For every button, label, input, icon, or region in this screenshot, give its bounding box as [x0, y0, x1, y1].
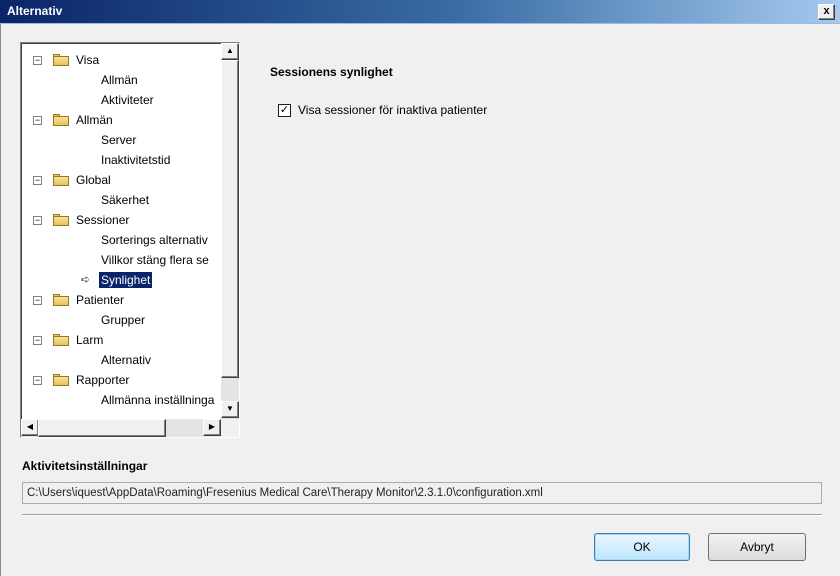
scrollbar-corner — [221, 419, 239, 437]
collapse-toggle[interactable]: − — [33, 296, 42, 305]
tree-group[interactable]: Rapporter — [76, 372, 129, 388]
tree-item[interactable]: Aktiviteter — [101, 92, 154, 108]
tree-group[interactable]: Sessioner — [76, 212, 129, 228]
tree-item[interactable]: Sorterings alternativ — [101, 232, 208, 248]
collapse-toggle[interactable]: − — [33, 216, 42, 225]
scroll-up-button[interactable]: ▲ — [221, 43, 239, 60]
tree-item[interactable]: Rekvalitetsmetod — [101, 412, 193, 415]
folder-icon — [53, 54, 69, 66]
vertical-scrollbar[interactable]: ▲ ▼ — [221, 43, 239, 419]
tree-item[interactable]: Inaktivitetstid — [101, 152, 170, 168]
tree-item[interactable]: Synlighet — [99, 272, 153, 288]
collapse-toggle[interactable]: − — [33, 336, 42, 345]
ok-button[interactable]: OK — [594, 533, 690, 561]
tree-item[interactable]: Server — [101, 132, 136, 148]
folder-icon — [53, 334, 69, 346]
folder-icon — [53, 214, 69, 226]
cancel-button[interactable]: Avbryt — [708, 533, 806, 561]
show-inactive-sessions-label[interactable]: Visa sessioner för inaktiva patienter — [298, 103, 487, 117]
horizontal-scrollbar[interactable]: ◀ ▶ — [21, 419, 221, 437]
window-frame — [0, 24, 10, 576]
tree-item[interactable]: Alternativ — [101, 352, 151, 368]
separator — [22, 514, 822, 516]
tree-item[interactable]: Allmän — [101, 72, 138, 88]
folder-icon — [53, 294, 69, 306]
tree-item[interactable]: Grupper — [101, 312, 145, 328]
settings-path-field[interactable]: C:\Users\iquest\AppData\Roaming\Freseniu… — [22, 482, 822, 504]
scroll-left-button[interactable]: ◀ — [21, 419, 39, 436]
collapse-toggle[interactable]: − — [33, 56, 42, 65]
collapse-toggle[interactable]: − — [33, 176, 42, 185]
folder-icon — [53, 174, 69, 186]
title-bar: Alternativ x — [0, 0, 840, 24]
tree-item[interactable]: Säkerhet — [101, 192, 149, 208]
vertical-scroll-thumb[interactable] — [221, 60, 239, 378]
tree-group[interactable]: Larm — [76, 332, 103, 348]
tree-group[interactable]: Allmän — [76, 112, 113, 128]
close-button[interactable]: x — [818, 4, 835, 20]
tree-item[interactable]: Allmänna inställninga — [101, 392, 214, 408]
settings-path-label: Aktivitetsinställningar — [22, 459, 148, 473]
window-title: Alternativ — [7, 4, 63, 18]
tree-item[interactable]: Villkor stäng flera se — [101, 252, 209, 268]
tree-group[interactable]: Visa — [76, 52, 99, 68]
folder-icon — [53, 374, 69, 386]
folder-icon — [53, 114, 69, 126]
arrow-right-icon: ➪ — [81, 274, 91, 286]
scroll-down-button[interactable]: ▼ — [221, 401, 239, 418]
horizontal-scroll-thumb[interactable] — [38, 419, 166, 437]
collapse-toggle[interactable]: − — [33, 376, 42, 385]
section-title: Sessionens synlighet — [270, 65, 393, 79]
tree-group[interactable]: Global — [76, 172, 111, 188]
collapse-toggle[interactable]: − — [33, 116, 42, 125]
tree-items: − Visa Allmän Aktiviteter − Allmän Server Inakt… — [21, 43, 221, 415]
tree-group[interactable]: Patienter — [76, 292, 124, 308]
show-inactive-sessions-checkbox[interactable]: ✓ — [278, 104, 291, 117]
scroll-right-button[interactable]: ▶ — [203, 419, 221, 436]
options-tree[interactable]: − Visa Allmän Aktiviteter − Allmän Server Inakt… — [20, 42, 240, 438]
